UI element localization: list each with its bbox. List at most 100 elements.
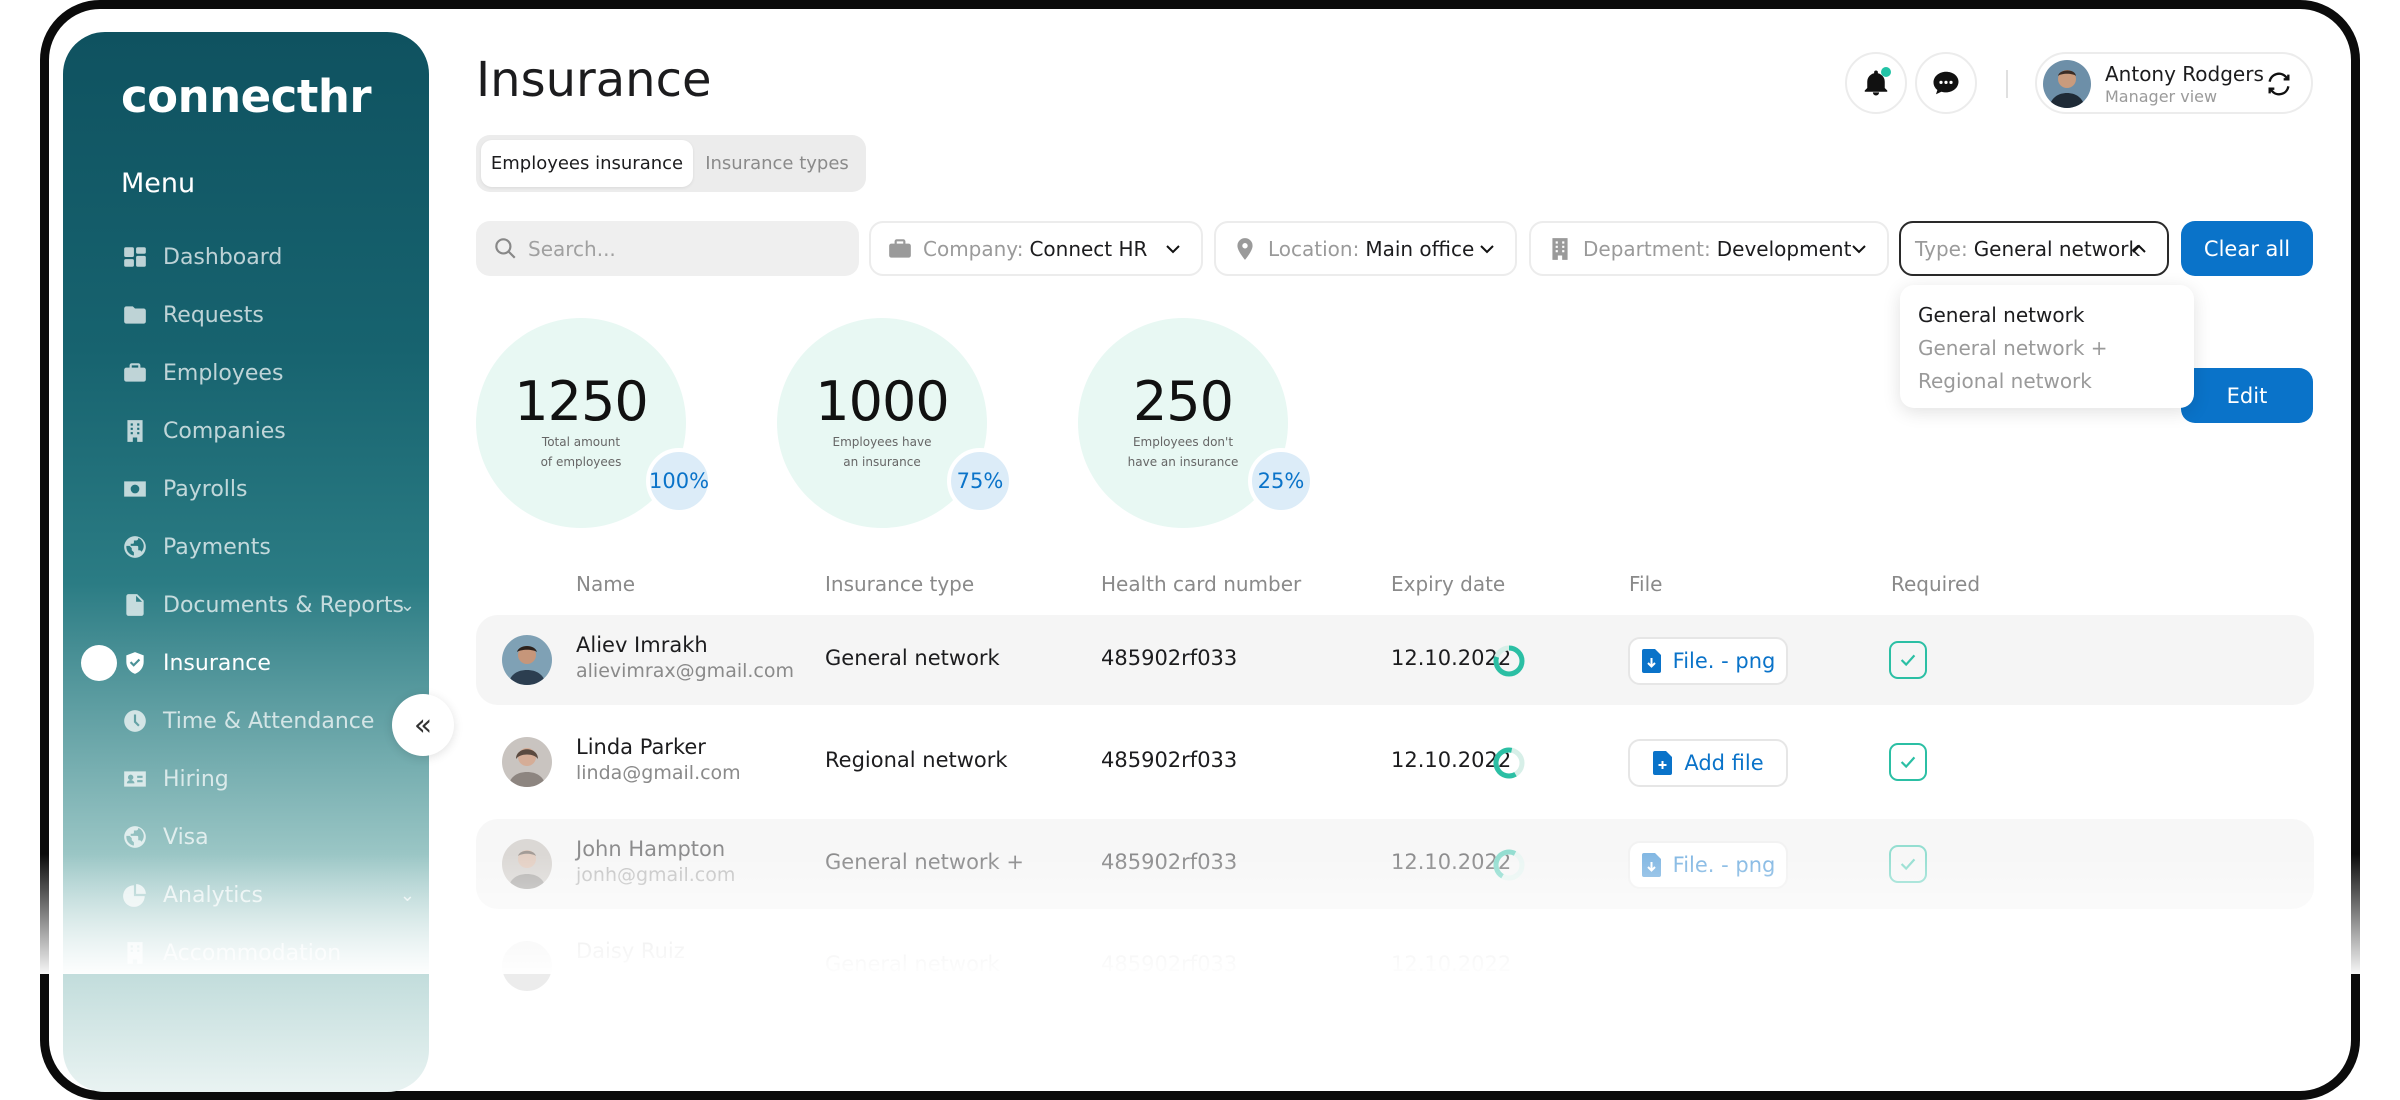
switch-account-icon[interactable] xyxy=(2265,70,2293,98)
table-row[interactable]: Daisy Ruiz General network 485902rf033 1… xyxy=(476,921,2314,1011)
location-filter[interactable]: Location: Main office xyxy=(1214,221,1517,276)
search-input[interactable] xyxy=(528,221,848,276)
menu-title: Menu xyxy=(121,168,195,199)
column-header-insurance-type[interactable]: Insurance type xyxy=(825,572,974,596)
sidebar-item-label: Visa xyxy=(163,825,209,850)
sidebar-item-analytics[interactable]: Analytics ⌄ xyxy=(121,866,431,924)
chevron-up-icon xyxy=(2127,237,2151,261)
file-label: Add file xyxy=(1684,751,1763,775)
table-row[interactable]: Linda Parker linda@gmail.com Regional ne… xyxy=(476,717,2314,807)
sidebar-item-label: Hiring xyxy=(163,767,229,792)
column-header-required[interactable]: Required xyxy=(1891,572,1980,596)
sidebar-item-time-attendance[interactable]: Time & Attendance xyxy=(121,692,431,750)
sidebar-item-dashboard[interactable]: Dashboard xyxy=(121,228,431,286)
tab-employees-insurance[interactable]: Employees insurance xyxy=(481,140,693,187)
filter-value: Development xyxy=(1717,237,1852,261)
column-header-expiry[interactable]: Expiry date xyxy=(1391,572,1505,596)
expiry-progress-ring xyxy=(1492,848,1526,882)
stat-value: 1000 xyxy=(777,370,987,433)
expiry-progress-ring xyxy=(1492,644,1526,678)
sidebar-item-payments[interactable]: Payments xyxy=(121,518,431,576)
money-icon xyxy=(121,475,149,503)
employee-email: linda@gmail.com xyxy=(576,762,741,784)
double-chevron-left-icon: « xyxy=(414,708,432,743)
expiry-date: 12.10.2022 xyxy=(1391,952,1511,976)
employee-name: Daisy Ruiz xyxy=(576,939,685,963)
table-row[interactable]: John Hampton jonh@gmail.com General netw… xyxy=(476,819,2314,909)
file-add-icon xyxy=(1652,751,1674,775)
column-header-file[interactable]: File xyxy=(1629,572,1662,596)
health-card-number: 485902rf033 xyxy=(1101,952,1237,976)
employee-email: jonh@gmail.com xyxy=(576,864,735,886)
column-header-health-card[interactable]: Health card number xyxy=(1101,572,1301,596)
employee-name: John Hampton xyxy=(576,837,725,861)
filter-label: Company: xyxy=(923,237,1023,261)
user-role: Manager view xyxy=(2105,87,2217,106)
type-filter[interactable]: Type: General network xyxy=(1899,221,2169,276)
stat-uninsured-employees: 250 Employees don'thave an insurance 25% xyxy=(1078,318,1288,528)
collapse-sidebar-button[interactable]: « xyxy=(392,694,454,756)
sidebar: connecthr Menu Dashboard Requests Employ… xyxy=(63,32,429,1092)
shield-icon xyxy=(121,649,149,677)
dropdown-option[interactable]: Regional network xyxy=(1918,365,2176,398)
clock-icon xyxy=(121,707,149,735)
required-checkbox[interactable] xyxy=(1889,743,1927,781)
employee-name: Aliev Imrakh xyxy=(576,633,708,657)
notifications-button[interactable] xyxy=(1845,52,1907,114)
health-card-number: 485902rf033 xyxy=(1101,850,1237,874)
dropdown-option[interactable]: General network + xyxy=(1918,332,2176,365)
sidebar-item-insurance[interactable]: Insurance xyxy=(121,634,431,692)
clear-all-button[interactable]: Clear all xyxy=(2181,221,2313,276)
pie-chart-icon xyxy=(121,881,149,909)
sidebar-item-companies[interactable]: Companies xyxy=(121,402,431,460)
tab-insurance-types[interactable]: Insurance types xyxy=(693,140,861,187)
sidebar-item-accommodation[interactable]: Accommodation xyxy=(121,924,431,982)
file-download-button[interactable]: File. - png xyxy=(1628,637,1788,685)
insurance-type: General network + xyxy=(825,850,1024,874)
header-divider xyxy=(2006,70,2008,98)
required-checkbox[interactable] xyxy=(1889,641,1927,679)
department-filter[interactable]: Department: Development xyxy=(1529,221,1889,276)
stat-total-employees: 1250 Total amountof employees 100% xyxy=(476,318,686,528)
edit-button[interactable]: Edit xyxy=(2181,368,2313,423)
insurance-type: General network xyxy=(825,646,1000,670)
filter-label: Type: xyxy=(1915,237,1968,261)
stat-value: 250 xyxy=(1078,370,1288,433)
required-checkbox[interactable] xyxy=(1889,845,1927,883)
health-card-number: 485902rf033 xyxy=(1101,646,1237,670)
search-box xyxy=(476,221,859,276)
app-logo: connecthr xyxy=(121,70,371,123)
employee-email: alievimrax@gmail.com xyxy=(576,660,794,682)
sidebar-item-visa[interactable]: Visa xyxy=(121,808,431,866)
file-download-button[interactable]: File. - png xyxy=(1628,841,1788,889)
sidebar-item-documents[interactable]: Documents & Reports ⌄ xyxy=(121,576,431,634)
sidebar-item-requests[interactable]: Requests xyxy=(121,286,431,344)
sidebar-item-label: Documents & Reports xyxy=(163,593,404,618)
sidebar-item-employees[interactable]: Employees xyxy=(121,344,431,402)
building-icon xyxy=(121,939,149,967)
type-dropdown-menu: General network General network + Region… xyxy=(1900,285,2194,408)
briefcase-icon xyxy=(121,359,149,387)
company-filter[interactable]: Company: Connect HR xyxy=(869,221,1203,276)
table-row[interactable]: Aliev Imrakh alievimrax@gmail.com Genera… xyxy=(476,615,2314,705)
user-name: Antony Rodgers xyxy=(2105,62,2264,86)
dropdown-option[interactable]: General network xyxy=(1918,299,2176,332)
add-file-button[interactable]: Add file xyxy=(1628,739,1788,787)
filter-value: Connect HR xyxy=(1029,237,1147,261)
avatar xyxy=(502,839,552,889)
check-icon xyxy=(1897,853,1919,875)
sidebar-item-hiring[interactable]: Hiring xyxy=(121,750,431,808)
column-header-name[interactable]: Name xyxy=(576,572,635,596)
avatar xyxy=(2043,60,2091,108)
messages-button[interactable] xyxy=(1915,52,1977,114)
stat-value: 1250 xyxy=(476,370,686,433)
expiry-progress-ring xyxy=(1492,746,1526,780)
stat-label: Employees don'thave an insurance xyxy=(1118,432,1248,472)
stat-percent-badge: 100% xyxy=(646,448,712,514)
sidebar-item-payrolls[interactable]: Payrolls xyxy=(121,460,431,518)
user-profile[interactable]: Antony Rodgers Manager view xyxy=(2035,52,2313,114)
sidebar-item-label: Requests xyxy=(163,303,264,328)
check-icon xyxy=(1897,751,1919,773)
file-download-icon xyxy=(1641,649,1663,673)
building-icon xyxy=(1547,236,1573,262)
